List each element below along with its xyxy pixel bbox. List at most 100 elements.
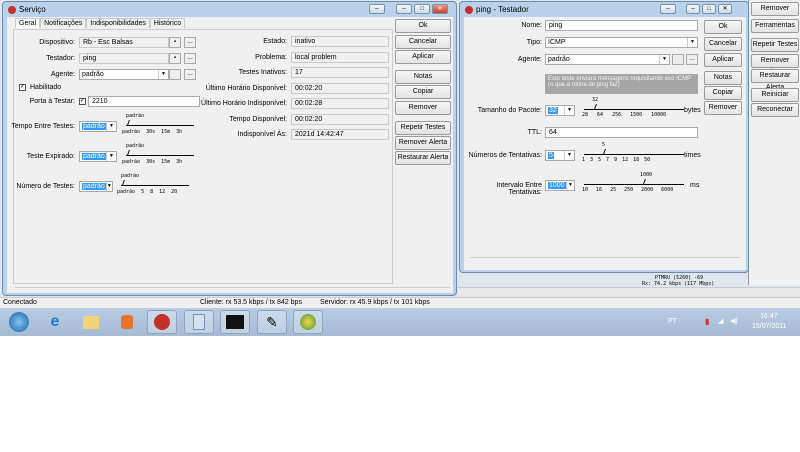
tab-geral[interactable]: Geral	[15, 18, 41, 28]
servico-window: Serviço ⇔ – □ ✕ Geral Notificações Indis…	[2, 1, 457, 296]
network-icon[interactable]: ▮	[705, 317, 709, 326]
intervalo-select[interactable]: 1000 ▼	[545, 180, 575, 191]
language-indicator[interactable]: PT	[668, 318, 677, 325]
ok-button[interactable]: Ok	[704, 20, 742, 34]
tipo-select[interactable]: ICMP ▼	[545, 37, 698, 48]
pacote-select[interactable]: 32 ▼	[545, 105, 575, 116]
tick-label: 5	[598, 157, 602, 163]
status-value: 2021d 14:42:47	[291, 129, 389, 140]
notas-button[interactable]: Notas	[704, 71, 742, 85]
agente-select-button[interactable]	[672, 54, 684, 65]
cmd-taskbar-button[interactable]	[220, 310, 250, 334]
back-reiniciar-button[interactable]: Reiniciar	[751, 88, 799, 102]
app-taskbar-button[interactable]	[293, 310, 323, 334]
close-icon[interactable]: ✕	[718, 4, 732, 14]
volume-icon[interactable]: ◀)	[730, 317, 738, 325]
horizontal-scrollbar[interactable]	[458, 287, 800, 296]
back-repetir-button[interactable]: Repetir Testes	[751, 38, 799, 52]
intervalo-unit: ms	[690, 182, 700, 189]
ttl-input[interactable]: 64	[545, 127, 698, 138]
restore-icon[interactable]: ⇔	[660, 4, 676, 14]
aplicar-button[interactable]: Aplicar	[395, 50, 451, 64]
clock-time[interactable]: 16:47	[760, 313, 778, 320]
back-ferramentas-button[interactable]: Ferramentas	[751, 19, 799, 33]
numero-slider[interactable]: padrão padrão 5 8 12 20	[117, 173, 197, 198]
tab-historico[interactable]: Histórico	[149, 18, 186, 28]
explorer-taskbar-button[interactable]	[76, 310, 106, 334]
tentativas-label: Números de Tentativas:	[468, 152, 542, 159]
restore-icon[interactable]: ⇔	[369, 4, 385, 14]
tab-indisponibilidades[interactable]: Indisponibilidades	[86, 18, 150, 28]
close-icon[interactable]: ✕	[432, 4, 448, 14]
pacote-slider[interactable]: 32 28 64 256 1500 10000	[582, 97, 692, 123]
slider-marker: padrão	[126, 143, 145, 149]
tentativas-unit: times	[684, 152, 701, 159]
habilitado-checkbox[interactable]: ✓	[19, 84, 26, 91]
porta-checkbox[interactable]: ✓	[79, 98, 86, 105]
signal-icon[interactable]: ◢	[718, 317, 723, 325]
porta-input[interactable]: 2210	[88, 96, 200, 107]
chevron-down-icon: ▼	[565, 181, 574, 190]
expirado-select[interactable]: padrão ▼	[79, 151, 117, 162]
copiar-button[interactable]: Copiar	[704, 86, 742, 100]
clock-date[interactable]: 15/07/2011	[752, 323, 787, 330]
expirado-label: Teste Expirado:	[26, 153, 75, 160]
remover-button[interactable]: Remover	[395, 101, 451, 115]
aplicar-button[interactable]: Aplicar	[704, 53, 742, 67]
tick-label: 30s	[146, 159, 156, 165]
minimize-icon[interactable]: –	[396, 4, 412, 14]
dispositivo-select-button[interactable]: ▪	[169, 37, 181, 48]
minimize-icon[interactable]: –	[686, 4, 700, 14]
tempo-value: padrão	[82, 123, 106, 130]
notas-button[interactable]: Notas	[395, 70, 451, 84]
remover-button[interactable]: Remover	[704, 101, 742, 115]
ie-taskbar-button[interactable]: e	[40, 310, 70, 334]
chevron-down-icon: ▼	[564, 151, 574, 160]
tentativas-slider[interactable]: 5 1 3 5 7 9 12 18 50	[582, 142, 692, 168]
taskbar: e ✎ PT ▮ ◢ ◀) 16:47 15/07/2011	[0, 308, 800, 336]
start-button[interactable]	[4, 310, 34, 334]
calc-taskbar-button[interactable]	[184, 310, 214, 334]
tempo-select[interactable]: padrão ▼	[79, 121, 117, 132]
tab-notificacoes[interactable]: Notificações	[40, 18, 87, 28]
media-taskbar-button[interactable]	[112, 310, 142, 334]
maximize-icon[interactable]: □	[414, 4, 430, 14]
dude-taskbar-button[interactable]	[147, 310, 177, 334]
agente-select[interactable]: padrão ▼	[79, 69, 169, 80]
numero-select[interactable]: padrão ▼	[79, 181, 113, 192]
cancelar-button[interactable]: Cancelar	[395, 35, 451, 49]
paint-taskbar-button[interactable]: ✎	[257, 310, 287, 334]
nome-label: Nome:	[521, 22, 542, 29]
tick-label: 16	[596, 187, 603, 193]
restaurar-alerta-button[interactable]: Restaurar Alerta	[395, 151, 451, 165]
repetir-testes-button[interactable]: Repetir Testes	[395, 121, 451, 135]
media-player-icon	[121, 315, 133, 329]
maximize-icon[interactable]: □	[702, 4, 716, 14]
pacote-unit: bytes	[684, 107, 701, 114]
app-icon	[8, 5, 16, 14]
copiar-button[interactable]: Copiar	[395, 85, 451, 99]
agente-browse-button[interactable]: …	[686, 54, 698, 65]
testador-field[interactable]: ping	[79, 53, 169, 64]
slider-marker: 1000	[640, 172, 653, 178]
testador-select-button[interactable]: ▪	[169, 53, 181, 64]
dispositivo-field[interactable]: Rb - Esc Balsas	[79, 37, 169, 48]
agente-select-button[interactable]	[169, 69, 181, 80]
ie-icon: e	[50, 313, 60, 330]
tick-label: 9	[614, 157, 618, 163]
back-reconectar-button[interactable]: Reconectar	[751, 103, 799, 117]
intervalo-slider[interactable]: 1000 10 16 25 250 2000 6000	[582, 172, 692, 198]
remover-alerta-button[interactable]: Remover Alerta	[395, 136, 451, 150]
back-remover-button[interactable]: Remover	[751, 2, 799, 16]
cancelar-button[interactable]: Cancelar	[704, 37, 742, 51]
agente-select[interactable]: padrão ▼	[545, 54, 670, 65]
nome-input[interactable]: ping	[545, 20, 698, 31]
status-value: inativo	[291, 36, 389, 47]
terminal-icon	[226, 315, 244, 329]
ok-button[interactable]: Ok	[395, 19, 451, 33]
back-remover-alerta-button[interactable]: Remover Alerta	[751, 54, 799, 76]
tick-label: padrão	[122, 159, 141, 165]
back-restaurar-button[interactable]: Restaurar Alerta	[751, 69, 799, 91]
expirado-slider[interactable]: padrão padrão 30s 15m 3h	[122, 143, 202, 168]
tentativas-select[interactable]: 5 ▼	[545, 150, 575, 161]
